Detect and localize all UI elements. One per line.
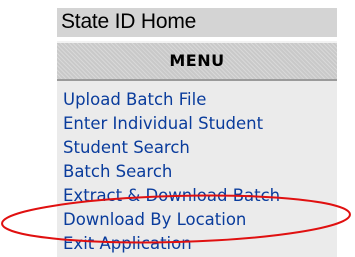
- menu-header: MENU: [57, 41, 337, 81]
- page-title: State ID Home: [57, 8, 337, 37]
- menu-item-download-by-location[interactable]: Download By Location: [63, 208, 280, 232]
- menu-heading: MENU: [169, 51, 225, 70]
- menu-item-exit-application[interactable]: Exit Application: [63, 232, 280, 256]
- menu-item-batch-search[interactable]: Batch Search: [63, 160, 280, 184]
- menu-item-upload-batch-file[interactable]: Upload Batch File: [63, 88, 280, 112]
- menu-item-student-search[interactable]: Student Search: [63, 136, 280, 160]
- menu-item-extract-download-batch[interactable]: Extract & Download Batch: [63, 184, 280, 208]
- menu-panel: MENU Upload Batch File Enter Individual …: [57, 41, 337, 257]
- menu-list: Upload Batch File Enter Individual Stude…: [63, 88, 280, 256]
- menu-item-enter-individual-student[interactable]: Enter Individual Student: [63, 112, 280, 136]
